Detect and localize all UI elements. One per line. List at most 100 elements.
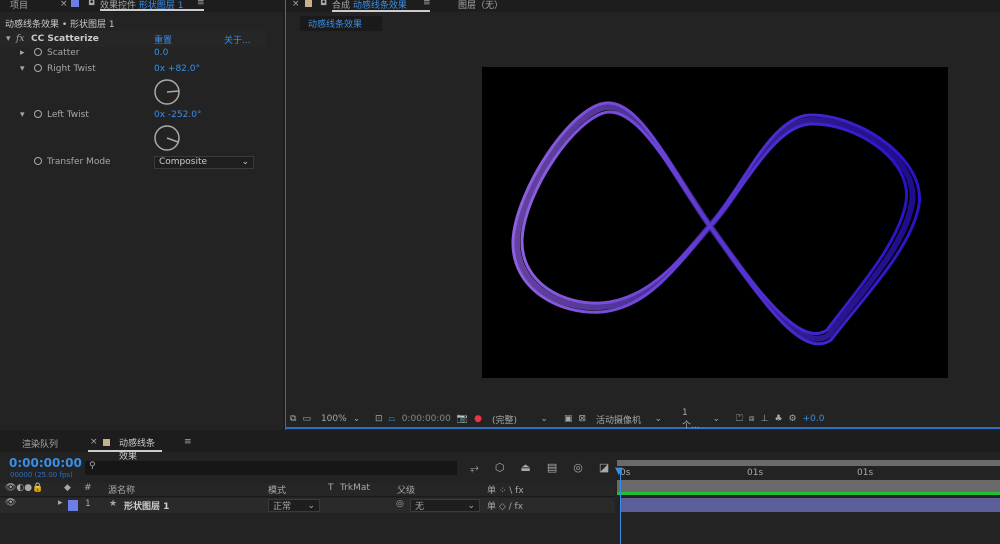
visibility-icon[interactable]: 👁 [5,498,16,508]
lock-icon[interactable]: ◘ [88,0,95,8]
playhead[interactable] [620,468,621,544]
tab-project[interactable]: 项目 [10,0,28,11]
viewer[interactable] [286,35,1000,409]
param-value[interactable]: 0.0 [154,48,168,58]
chevron-down-icon: ⌄ [540,414,548,424]
work-area-bar[interactable] [617,460,1000,466]
expand-icon[interactable]: ▸ [58,498,63,508]
transparency-grid-icon[interactable]: ⊠ [578,414,586,424]
graph-editor-icon[interactable]: ◪ [599,461,609,475]
tab-render-queue[interactable]: 渲染队列 [22,437,58,450]
timeline-panel: 渲染队列 × 动感线条效果 ≡ 0:00:00:00 00000 (25.00 … [0,432,1000,544]
exposure-value[interactable]: +0.0 [803,414,825,424]
right-twist-dial[interactable] [153,78,181,106]
menu-icon[interactable]: ≡ [197,0,205,8]
param-value[interactable]: 0x +82.0° [154,64,200,74]
timeline-tools: ⥅ ⬡ ⏏ ▤ ◎ ◪ [470,461,609,475]
layer-switches[interactable]: 单 ◇ / fx [487,499,523,512]
playhead-handle-icon[interactable]: ▼ [615,466,623,477]
shy-icon[interactable]: ⏏ [520,461,530,475]
parent-value: 无 [415,502,425,512]
camera-icon[interactable]: 📷 [457,414,468,424]
pickwhip-icon[interactable]: ◎ [396,499,404,509]
draft-3d-icon[interactable]: ⬡ [495,461,505,475]
fx-icon[interactable]: fx [16,34,24,44]
param-right-twist: ▾ Right Twist 0x +82.0° [0,61,265,77]
tab-comp-name: 动感线条效果 [352,1,407,11]
tab-composition[interactable]: 合成 动感线条效果 [332,0,430,12]
grid-icon[interactable]: ⊡ [375,414,383,424]
exposure-icon[interactable]: ⚙ [789,414,797,424]
tab-layer[interactable]: 图层（无） [458,0,503,11]
comp-mini-flowchart-icon[interactable]: ⥅ [470,461,479,475]
param-label: Right Twist [47,64,96,74]
pixel-aspect-icon[interactable]: ⏍ [736,414,743,424]
frame-blending-icon[interactable]: ▤ [547,461,557,475]
layer-name[interactable]: 形状图层 1 [124,499,169,512]
parent-dropdown[interactable]: 无 ⌄ [410,499,480,512]
expand-icon[interactable]: ▾ [6,34,11,44]
reset-button[interactable]: 重置 [154,33,172,46]
composition-canvas[interactable] [482,67,948,378]
chevron-down-icon: ⌄ [307,500,315,511]
menu-icon[interactable]: ≡ [184,437,192,447]
layer-search-input[interactable]: ⚲ [85,461,457,475]
expand-icon[interactable]: ▾ [20,110,25,120]
param-label: Left Twist [47,110,89,120]
stopwatch-icon[interactable] [34,47,47,59]
transfer-mode-dropdown[interactable]: Composite ⌄ [154,155,254,169]
param-left-twist: ▾ Left Twist 0x -252.0° [0,107,265,123]
stopwatch-icon[interactable] [34,156,47,168]
layer-color-icon [71,0,79,7]
mask-visibility-icon[interactable]: ⏢ [389,414,396,424]
stopwatch-icon[interactable] [34,109,47,121]
chevron-down-icon: ⌄ [654,414,663,424]
frame-info: 00000 (25.00 fps) [10,471,73,479]
stopwatch-icon[interactable] [34,63,47,75]
close-icon[interactable]: × [60,0,68,9]
tab-effect-controls[interactable]: 效果控件 形状图层 1 [100,0,204,11]
comp-subtab[interactable]: 动感线条效果 [300,16,382,31]
tab-timeline-comp[interactable]: 动感线条效果 [88,436,162,462]
zoom-dropdown[interactable]: 100% ⌄ [317,413,369,426]
col-trkmat: TrkMat [340,483,370,493]
timeline-icon[interactable]: ⊥ [761,414,769,424]
av-switch-icons: 👁◐●🔒 [5,483,44,493]
fast-preview-icon[interactable]: ⧈ [749,414,755,424]
views-value: 1 个... [682,407,700,431]
left-twist-dial[interactable] [153,124,181,152]
menu-icon[interactable]: ≡ [423,0,431,8]
camera-dropdown[interactable]: 活动摄像机 ⌄ [592,413,672,426]
flowchart-icon[interactable]: ♣ [774,414,782,424]
param-label: Transfer Mode [47,157,111,167]
timecode[interactable]: 0:00:00:00 [402,414,451,424]
ruler-label: 01s [857,468,874,478]
camera-value: 活动摄像机 [596,415,642,426]
color-channel-icon[interactable]: ● [474,414,482,424]
region-of-interest-icon[interactable]: ▣ [564,414,573,424]
param-value[interactable]: 0x -252.0° [154,110,201,120]
lock-icon[interactable]: ◘ [320,0,327,8]
current-time[interactable]: 0:00:00:00 [9,456,82,470]
monitor-icon[interactable]: ▭ [302,414,311,424]
layer-duration-bar[interactable] [621,498,1000,512]
effect-controls-panel: 项目 × ◘ 效果控件 形状图层 1 ≡ 动感线条效果 • 形状图层 1 ▾ f… [0,0,283,430]
expand-icon[interactable]: ▸ [20,48,25,58]
snapshot-region-icon[interactable]: ⧉ [290,414,296,424]
tab-label: 效果控件 [100,1,137,11]
about-button[interactable]: 关于... [224,33,251,46]
views-dropdown[interactable]: 1 个... ⌄ [678,408,730,431]
star-icon: ★ [109,499,118,509]
time-ruler[interactable]: 0s 01s 01s [617,460,1000,498]
effect-name: CC Scatterize [31,34,99,44]
layer-row[interactable]: 👁 ▸ 1 ★ 形状图层 1 正常 ⌄ ◎ 无 ⌄ 单 ◇ / fx [0,498,615,513]
expand-icon[interactable]: ▾ [20,64,25,74]
col-source-name[interactable]: 源名称 [108,483,135,496]
tab-layer-label: 形状图层 1 [138,1,184,11]
dropdown-value: Composite [159,157,208,167]
layer-label-color[interactable] [68,500,78,511]
close-icon[interactable]: × [292,0,300,9]
motion-blur-icon[interactable]: ◎ [573,461,583,475]
mode-dropdown[interactable]: 正常 ⌄ [268,499,320,512]
resolution-dropdown[interactable]: (完整) ⌄ [488,413,558,426]
